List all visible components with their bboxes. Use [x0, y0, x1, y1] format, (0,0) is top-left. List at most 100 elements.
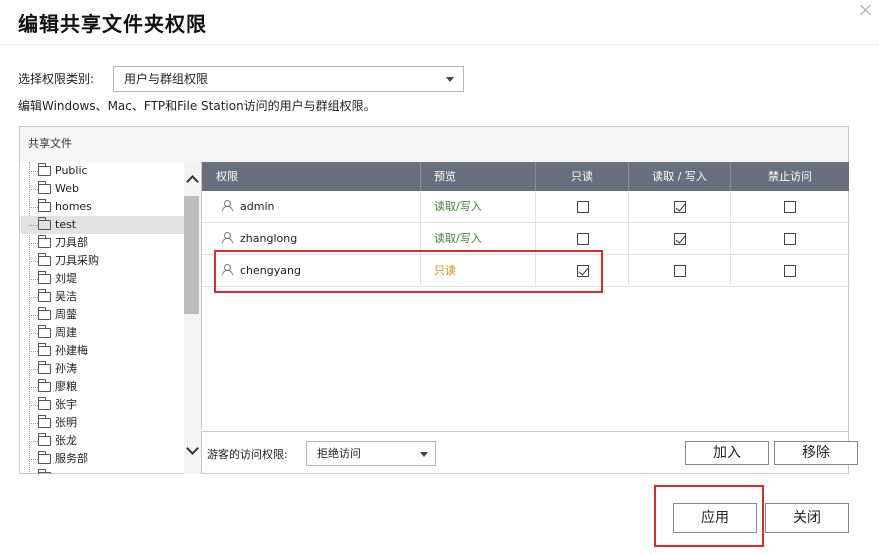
tree-item[interactable]: 刀具采购 [21, 252, 186, 270]
permission-description: 编辑Windows、Mac、FTP和File Station访问的用户与群组权限… [18, 99, 376, 113]
tree-branch-line [29, 369, 38, 370]
checkbox-cell [731, 255, 849, 286]
read-only-checkbox[interactable] [577, 233, 589, 245]
tree-item[interactable]: 廖粮 [21, 378, 186, 396]
deny-checkbox[interactable] [784, 233, 796, 245]
tree-branch-line [29, 207, 38, 208]
tree-branch-line [29, 351, 38, 352]
tree-branch-line [29, 387, 38, 388]
user-name: admin [240, 200, 275, 213]
tree-item-label: 周蓥 [55, 308, 77, 321]
tree-branch-line [29, 315, 38, 316]
folder-icon [38, 181, 51, 194]
folder-icon [38, 433, 51, 446]
close-icon[interactable] [858, 2, 874, 18]
tree-item[interactable]: 张明 [21, 414, 186, 432]
folder-icon [38, 379, 51, 392]
add-button[interactable]: 加入 [685, 441, 769, 465]
tree-item[interactable]: 刘堤 [21, 270, 186, 288]
read-write-checkbox[interactable] [674, 265, 686, 277]
tree-item[interactable]: Public [21, 162, 186, 180]
folder-icon [38, 253, 51, 266]
tree-item[interactable]: 周建 [21, 324, 186, 342]
tree-item[interactable]: 孙涛 [21, 360, 186, 378]
table-row[interactable]: admin 读取/写入 [202, 191, 849, 223]
permission-type-select[interactable]: 用户与群组权限 [113, 66, 464, 92]
folder-icon [38, 325, 51, 338]
tree-item[interactable]: 服务部 [21, 450, 186, 468]
dialog-title: 编辑共享文件夹权限 [18, 12, 207, 36]
user-icon [222, 200, 233, 211]
deny-checkbox[interactable] [784, 265, 796, 277]
header-deny[interactable]: 禁止访问 [731, 162, 849, 191]
tree-item-label: … [55, 468, 66, 474]
guest-access-value: 拒绝访问 [317, 447, 361, 460]
folder-icon [38, 271, 51, 284]
permission-type-value: 用户与群组权限 [124, 72, 209, 86]
checkbox-cell [629, 191, 731, 222]
deny-checkbox[interactable] [784, 201, 796, 213]
header-read-write[interactable]: 读取 / 写入 [629, 162, 731, 191]
remove-button[interactable]: 移除 [774, 441, 858, 465]
tree-item[interactable]: 周蓥 [21, 306, 186, 324]
highlight-box-apply [654, 485, 764, 547]
folder-icon [38, 361, 51, 374]
chevron-down-icon [420, 452, 428, 457]
tree-item-label: 孙建梅 [55, 344, 88, 357]
close-button[interactable]: 关闭 [765, 503, 849, 533]
checkbox-cell [629, 223, 731, 254]
read-only-checkbox[interactable] [577, 201, 589, 213]
tree-item-label: Public [55, 164, 88, 177]
header-read-only[interactable]: 只读 [536, 162, 629, 191]
scroll-down-icon[interactable] [186, 442, 199, 455]
tree-item[interactable]: 张龙 [21, 432, 186, 450]
folder-icon [38, 307, 51, 320]
tree-scrollbar[interactable] [184, 162, 201, 474]
tree-branch-line [29, 423, 38, 424]
header-permission[interactable]: 权限 [202, 162, 421, 191]
tree-item[interactable]: test [21, 216, 186, 234]
tree-item[interactable]: 张宇 [21, 396, 186, 414]
tree-branch-line [29, 261, 38, 262]
permission-type-label: 选择权限类别: [18, 72, 95, 86]
tree-item-label: 刀具采购 [55, 254, 99, 267]
tree-item[interactable]: Web [21, 180, 186, 198]
folder-icon [38, 397, 51, 410]
scroll-up-icon[interactable] [186, 175, 199, 188]
checkbox-cell [731, 191, 849, 222]
folder-icon [38, 199, 51, 212]
read-write-checkbox[interactable] [674, 233, 686, 245]
guest-access-select[interactable]: 拒绝访问 [306, 441, 436, 466]
checkbox-cell [536, 191, 629, 222]
tree-branch-line [29, 459, 38, 460]
scrollbar-thumb[interactable] [184, 196, 199, 314]
tree-branch-line [29, 441, 38, 442]
highlight-box-chengyang [214, 250, 603, 293]
guest-access-label: 游客的访问权限: [207, 448, 288, 461]
tree-branch-line [29, 171, 38, 172]
folder-icon [38, 289, 51, 302]
preview-cell: 读取/写入 [421, 191, 536, 222]
folder-icon [38, 469, 51, 474]
folder-tree: Public Web homes test 刀具部刀具采购刘堤吴洁周蓥周建孙建梅孙涛廖粮… [21, 162, 202, 474]
tree-item[interactable]: 刀具部 [21, 234, 186, 252]
checkbox-cell [629, 255, 731, 286]
tree-item-label: 张龙 [55, 434, 77, 447]
panel-header: 共享文件 [20, 127, 848, 162]
shared-folder-panel: 共享文件 Public Web homes test 刀具部刀具采购刘堤吴洁周蓥周建孙建… [19, 126, 858, 474]
tree-item-label: 孙涛 [55, 362, 77, 375]
tree-item[interactable]: 孙建梅 [21, 342, 186, 360]
tree-item[interactable]: 吴洁 [21, 288, 186, 306]
tree-branch-line [29, 279, 38, 280]
grid-header: 权限 预览 只读 读取 / 写入 禁止访问 [202, 162, 849, 191]
header-preview[interactable]: 预览 [421, 162, 536, 191]
tree-item-label: homes [55, 200, 92, 213]
tree-branch-line [29, 405, 38, 406]
tree-item-label: test [55, 218, 77, 231]
checkbox-cell [731, 223, 849, 254]
tree-item-label: 张宇 [55, 398, 77, 411]
tree-item[interactable]: … [21, 468, 186, 474]
tree-item[interactable]: homes [21, 198, 186, 216]
read-write-checkbox[interactable] [674, 201, 686, 213]
tree-item-label: 吴洁 [55, 290, 77, 303]
